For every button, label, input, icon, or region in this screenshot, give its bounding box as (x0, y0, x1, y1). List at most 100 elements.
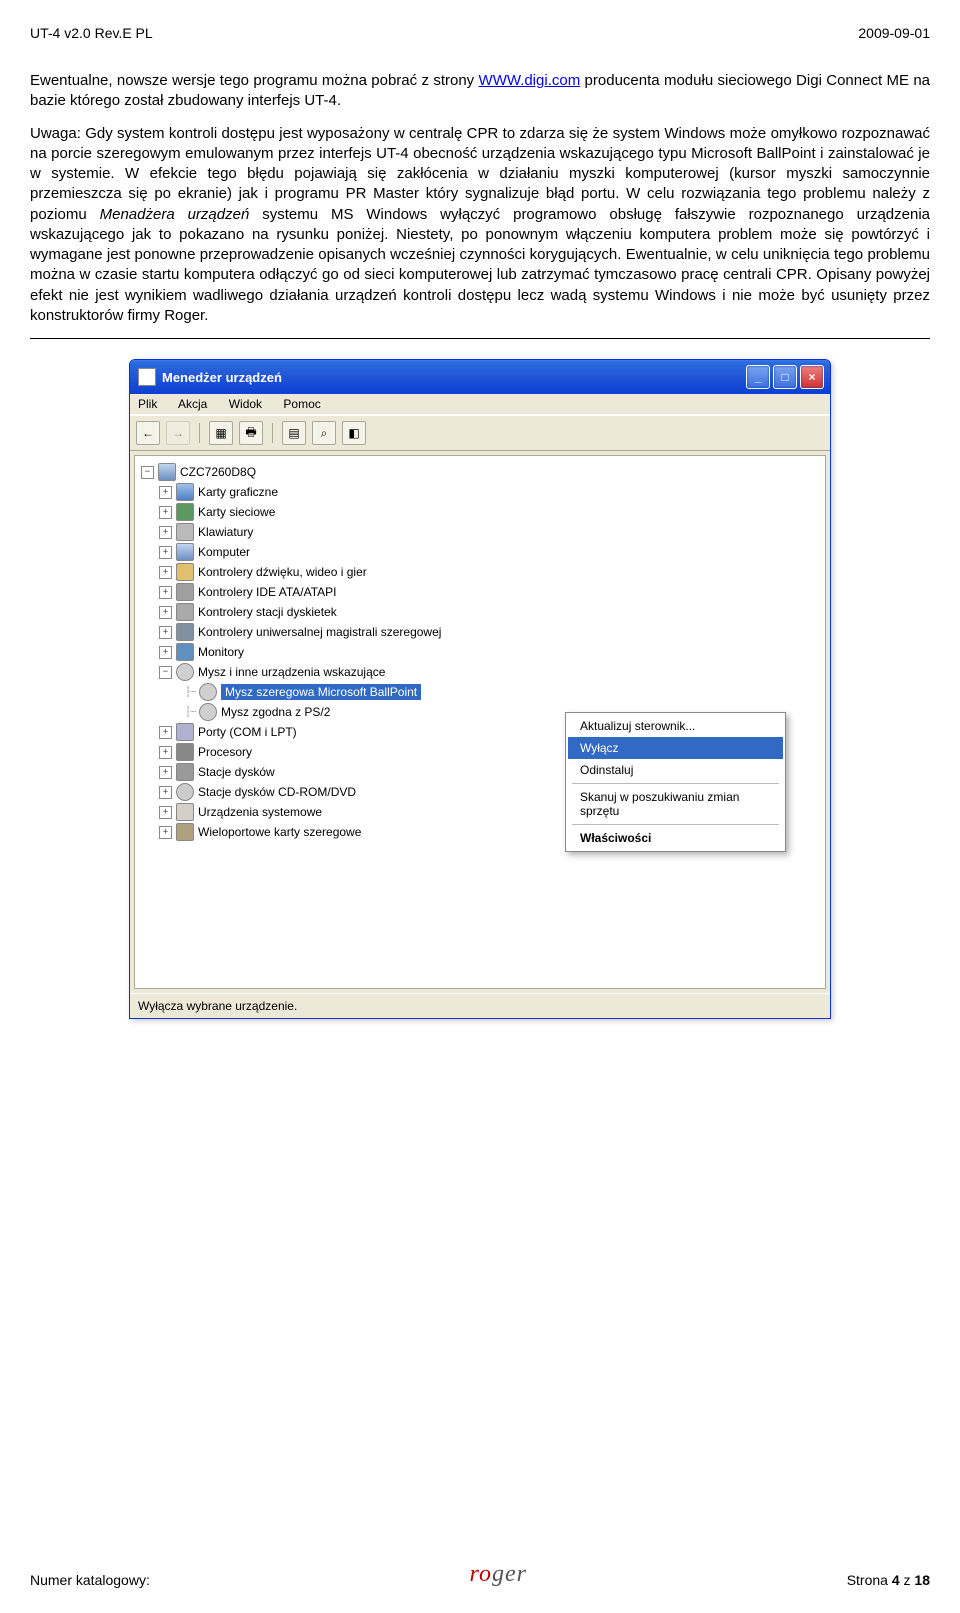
tree-item[interactable]: + Karty graficzne (159, 482, 819, 502)
menubar: Plik Akcja Widok Pomoc (130, 394, 830, 415)
expand-icon[interactable]: + (159, 646, 172, 659)
tree-item[interactable]: + Kontrolery IDE ATA/ATAPI (159, 582, 819, 602)
tb-print-icon[interactable]: 🖶 (239, 421, 263, 445)
minimize-button[interactable]: _ (746, 365, 770, 389)
tree-line: ┆┈ (185, 687, 195, 698)
collapse-icon[interactable]: − (141, 466, 154, 479)
keyboard-icon (176, 523, 194, 541)
display-icon (176, 483, 194, 501)
context-menu: Aktualizuj sterownik... Wyłącz Odinstalu… (565, 712, 786, 852)
tb-console-icon[interactable]: ▦ (209, 421, 233, 445)
tree-line: ┆┈ (185, 707, 195, 718)
device-manager-window: Menedżer urządzeń _ □ × Plik Akcja Widok… (129, 359, 831, 1019)
item-label: Procesory (198, 745, 252, 759)
page-total: 18 (914, 1572, 930, 1588)
item-label: Mysz i inne urządzenia wskazujące (198, 665, 385, 679)
item-label-selected: Mysz szeregowa Microsoft BallPoint (221, 684, 421, 700)
mouse-icon (199, 703, 217, 721)
item-label: Kontrolery dźwięku, wideo i gier (198, 565, 367, 579)
tb-extra-icon[interactable]: ◧ (342, 421, 366, 445)
paragraph-2: Uwaga: Gdy system kontroli dostępu jest … (30, 124, 930, 327)
tree-root[interactable]: − CZC7260D8Q (141, 462, 819, 482)
menu-widok[interactable]: Widok (229, 397, 262, 411)
forward-button[interactable]: → (166, 421, 190, 445)
tree-item[interactable]: + Karty sieciowe (159, 502, 819, 522)
close-button[interactable]: × (800, 365, 824, 389)
statusbar: Wyłącza wybrane urządzenie. (130, 993, 830, 1018)
tree-item-ballpoint[interactable]: ┆┈ Mysz szeregowa Microsoft BallPoint (185, 682, 819, 702)
brand-logo: roger (470, 1561, 527, 1588)
footer-left: Numer katalogowy: (30, 1572, 150, 1588)
network-icon (176, 503, 194, 521)
expand-icon[interactable]: + (159, 806, 172, 819)
titlebar[interactable]: Menedżer urządzeń _ □ × (130, 360, 830, 394)
tree-item-mouse-parent[interactable]: − Mysz i inne urządzenia wskazujące (159, 662, 819, 682)
cd-icon (176, 783, 194, 801)
device-tree[interactable]: − CZC7260D8Q + Karty graficzne + Karty sie… (134, 455, 826, 989)
menu-akcja[interactable]: Akcja (178, 397, 207, 411)
brand-ger: ger (492, 1561, 527, 1587)
toolbar: ← → ▦ 🖶 ▤ ⌕ ◧ (130, 415, 830, 451)
brand-ro: ro (470, 1561, 492, 1587)
expand-icon[interactable]: + (159, 626, 172, 639)
multiport-icon (176, 823, 194, 841)
tree-item[interactable]: +Kontrolery stacji dyskietek (159, 602, 819, 622)
footer-right: Strona 4 z 18 (847, 1572, 930, 1588)
expand-icon[interactable]: + (159, 766, 172, 779)
sound-icon (176, 563, 194, 581)
expand-icon[interactable]: + (159, 586, 172, 599)
tree-item[interactable]: + Monitory (159, 642, 819, 662)
ctx-scan[interactable]: Skanuj w poszukiwaniu zmian sprzętu (568, 786, 783, 822)
back-button[interactable]: ← (136, 421, 160, 445)
paragraph-1: Ewentualne, nowsze wersje tego programu … (30, 71, 930, 112)
item-label: Stacje dysków (198, 765, 275, 779)
header-left: UT-4 v2.0 Rev.E PL (30, 25, 153, 41)
ide-icon (176, 583, 194, 601)
expand-icon[interactable]: + (159, 486, 172, 499)
item-label: Karty sieciowe (198, 505, 275, 519)
tree-item[interactable]: +Klawiatury (159, 522, 819, 542)
item-label: Komputer (198, 545, 250, 559)
menu-plik[interactable]: Plik (138, 397, 157, 411)
mouse-icon (176, 663, 194, 681)
cpu-icon (176, 743, 194, 761)
menu-pomoc[interactable]: Pomoc (283, 397, 320, 411)
item-label: Stacje dysków CD-ROM/DVD (198, 785, 356, 799)
floppy-icon (176, 603, 194, 621)
toolbar-sep2 (272, 423, 273, 443)
tb-properties-icon[interactable]: ▤ (282, 421, 306, 445)
expand-icon[interactable]: + (159, 566, 172, 579)
ctx-disable[interactable]: Wyłącz (568, 737, 783, 759)
usb-icon (176, 623, 194, 641)
expand-icon[interactable]: + (159, 506, 172, 519)
item-label: Porty (COM i LPT) (198, 725, 297, 739)
expand-icon[interactable]: + (159, 546, 172, 559)
tree-item[interactable]: +Kontrolery uniwersalnej magistrali szer… (159, 622, 819, 642)
item-label: Monitory (198, 645, 244, 659)
expand-icon[interactable]: + (159, 786, 172, 799)
expand-icon[interactable]: + (159, 746, 172, 759)
ctx-separator (572, 783, 779, 784)
item-label: Kontrolery IDE ATA/ATAPI (198, 585, 337, 599)
tb-scan-icon[interactable]: ⌕ (312, 421, 336, 445)
tree-item[interactable]: + Kontrolery dźwięku, wideo i gier (159, 562, 819, 582)
maximize-button[interactable]: □ (773, 365, 797, 389)
page-number: 4 (892, 1572, 900, 1588)
page-label: Strona (847, 1572, 892, 1588)
header-right: 2009-09-01 (858, 25, 930, 41)
tree-item[interactable]: + Komputer (159, 542, 819, 562)
expand-icon[interactable]: + (159, 606, 172, 619)
expand-icon[interactable]: + (159, 826, 172, 839)
menadzer-ref: Menadżera urządzeń (100, 206, 250, 223)
ctx-update-driver[interactable]: Aktualizuj sterownik... (568, 715, 783, 737)
expand-icon[interactable]: + (159, 726, 172, 739)
item-label: Karty graficzne (198, 485, 278, 499)
window-title: Menedżer urządzeń (162, 370, 282, 385)
ctx-properties[interactable]: Właściwości (568, 827, 783, 849)
page-header: UT-4 v2.0 Rev.E PL 2009-09-01 (30, 25, 930, 41)
collapse-icon[interactable]: − (159, 666, 172, 679)
digi-link[interactable]: WWW.digi.com (479, 72, 581, 89)
system-icon (176, 803, 194, 821)
ctx-uninstall[interactable]: Odinstaluj (568, 759, 783, 781)
expand-icon[interactable]: + (159, 526, 172, 539)
